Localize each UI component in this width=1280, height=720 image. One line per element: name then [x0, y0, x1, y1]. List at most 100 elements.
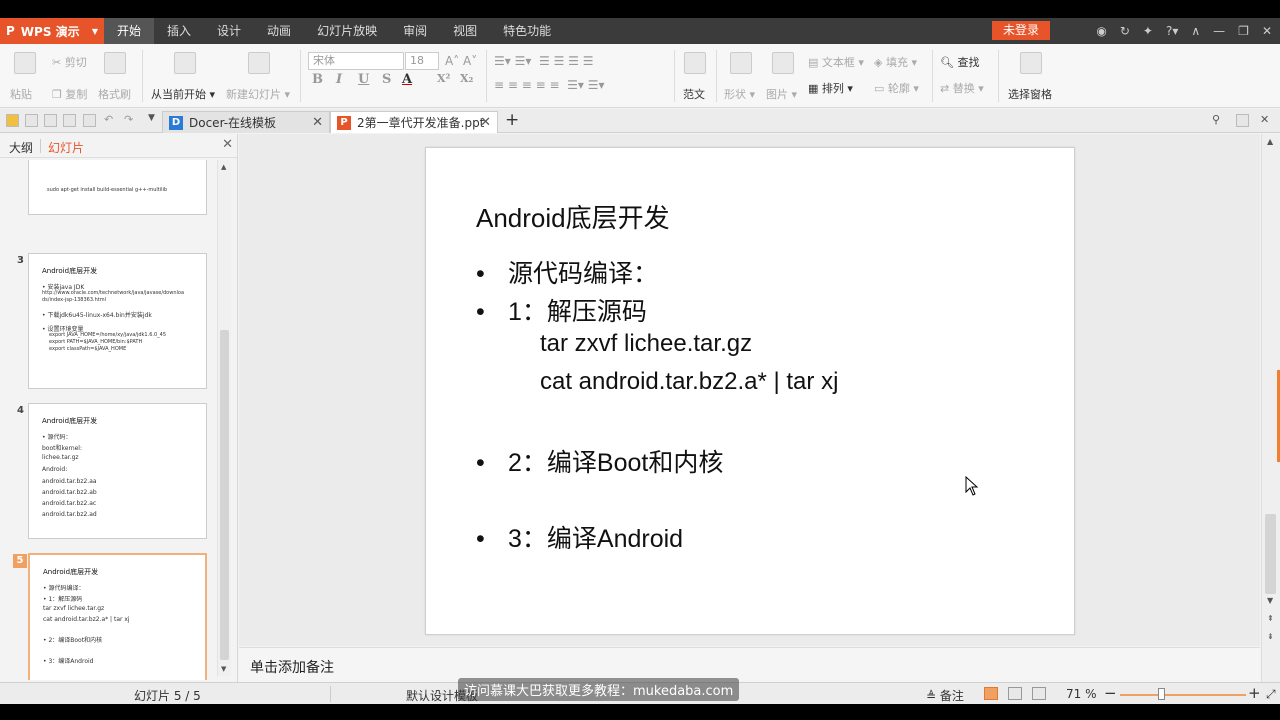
new-tab-button[interactable]: +: [505, 110, 519, 130]
undo-icon[interactable]: ↶: [104, 113, 113, 126]
fill-button[interactable]: ◈ 填充 ▾: [874, 54, 917, 70]
arrange-button[interactable]: ▦ 排列 ▾: [808, 80, 853, 96]
login-button[interactable]: 未登录: [992, 21, 1050, 40]
shirt-icon[interactable]: ✦: [1143, 24, 1153, 38]
zoom-level[interactable]: 71 %: [1066, 687, 1097, 701]
notes-toggle-button[interactable]: ≜ 备注: [926, 687, 964, 704]
superscript-button[interactable]: X²: [437, 72, 450, 85]
zoom-in-icon[interactable]: +: [1248, 684, 1261, 702]
minimize-icon[interactable]: —: [1213, 24, 1225, 38]
pin-icon[interactable]: ⚲: [1212, 113, 1220, 126]
redo-icon[interactable]: ↷: [124, 113, 133, 126]
tab-home[interactable]: 开始: [104, 18, 155, 44]
slide-thumbnail-3[interactable]: Android底层开发 • 安装java JDK http://www.orac…: [28, 253, 207, 389]
prev-slide-icon[interactable]: ⇞: [1267, 614, 1274, 623]
fit-window-icon[interactable]: ⤢: [1266, 687, 1276, 702]
cut-button[interactable]: ✂ 剪切: [52, 54, 87, 70]
export-icon[interactable]: [44, 114, 57, 127]
skin-icon[interactable]: ◉: [1096, 24, 1106, 38]
tab-review[interactable]: 审阅: [390, 18, 440, 44]
tab-outline[interactable]: 大纲: [9, 139, 33, 156]
tab-view[interactable]: 视图: [440, 18, 490, 44]
save-icon[interactable]: [25, 114, 38, 127]
normal-view-icon[interactable]: [984, 687, 998, 700]
scroll-up-icon[interactable]: ▲: [221, 163, 226, 171]
slide-canvas[interactable]: Android底层开发 • 源代码编译： • 1：解压源码 tar zxvf lic…: [425, 147, 1075, 635]
print-icon[interactable]: [63, 114, 76, 127]
font-color-button[interactable]: A: [402, 72, 412, 87]
slide-bullet[interactable]: • 1：解压源码: [476, 292, 647, 328]
paragraph-tools-row1[interactable]: ☰▾ ☰▾ ☰ ☰ ☰ ☰: [494, 54, 593, 68]
thumb-line: • 3：编译Android: [43, 658, 94, 665]
close-tab-icon[interactable]: ✕: [312, 115, 323, 130]
slide-bullet[interactable]: • 源代码编译：: [476, 254, 658, 290]
slide-bullet[interactable]: • 2：编译Boot和内核: [476, 443, 723, 479]
shadow-button[interactable]: S: [382, 72, 391, 87]
tab-insert[interactable]: 插入: [154, 18, 204, 44]
bold-button[interactable]: B: [312, 72, 323, 87]
next-slide-icon[interactable]: ⇟: [1267, 632, 1274, 641]
notes-pane[interactable]: 单击添加备注: [239, 647, 1260, 682]
font-size-select[interactable]: 18: [405, 52, 439, 70]
panel-scrollbar[interactable]: ▲ ▼: [217, 160, 231, 676]
new-slide-button[interactable]: 新建幻灯片 ▾: [226, 86, 290, 102]
outline-button[interactable]: ▭ 轮廓 ▾: [874, 80, 919, 96]
open-folder-icon[interactable]: [6, 114, 19, 127]
preview-icon[interactable]: [83, 114, 96, 127]
template-button[interactable]: 范文: [683, 86, 705, 102]
refresh-icon[interactable]: ↻: [1120, 24, 1130, 38]
restore-icon[interactable]: ❐: [1238, 24, 1249, 38]
find-button[interactable]: 🔍︎ 查找: [940, 54, 979, 70]
alignment-tools-row2[interactable]: ≡ ≡ ≡ ≡ ≡ ☰▾ ☰▾: [494, 78, 605, 92]
scroll-down-icon[interactable]: ▼: [221, 665, 226, 673]
slide-bullet[interactable]: • 3：编译Android: [476, 519, 683, 555]
textbox-button[interactable]: ▤ 文本框 ▾: [808, 54, 864, 70]
slide-sub-line[interactable]: cat android.tar.bz2.a* | tar xj: [540, 368, 838, 396]
help-icon[interactable]: ?▾: [1166, 24, 1178, 38]
close-icon[interactable]: ✕: [1262, 24, 1272, 38]
slide-sorter-icon[interactable]: [1008, 687, 1022, 700]
slide-scrollbar[interactable]: ▲ ▼ ⇞ ⇟: [1261, 134, 1280, 682]
slide-sub-line[interactable]: tar zxvf lichee.tar.gz: [540, 330, 752, 358]
picture-button[interactable]: 图片 ▾: [766, 86, 797, 102]
zoom-out-icon[interactable]: −: [1104, 684, 1117, 702]
close-doc-icon[interactable]: ✕: [1260, 113, 1269, 126]
tab-docer-templates[interactable]: D Docer-在线模板 ✕: [162, 111, 330, 133]
restore-doc-icon[interactable]: [1236, 114, 1249, 127]
select-pane-button[interactable]: 选择窗格: [1008, 86, 1052, 102]
underline-button[interactable]: U: [358, 72, 369, 87]
tab-animation[interactable]: 动画: [254, 18, 304, 44]
scroll-up-icon[interactable]: ▲: [1267, 137, 1273, 146]
reading-view-icon[interactable]: [1032, 687, 1046, 700]
tab-slides[interactable]: 幻灯片: [48, 139, 84, 156]
shape-button[interactable]: 形状 ▾: [724, 86, 755, 102]
slide-title[interactable]: Android底层开发: [476, 198, 670, 235]
quick-access-dropdown-icon[interactable]: ▼: [148, 113, 155, 123]
close-tab-icon[interactable]: ✕: [480, 115, 491, 130]
format-painter-button[interactable]: 格式刷: [98, 86, 131, 102]
picture-label: 图片: [766, 88, 788, 101]
tab-features[interactable]: 特色功能: [490, 18, 564, 44]
scrollbar-thumb[interactable]: [1265, 514, 1276, 594]
tab-current-presentation[interactable]: P 2第一章代开发准备.ppt ✕: [330, 111, 498, 133]
tab-design[interactable]: 设计: [204, 18, 254, 44]
font-grow-shrink-icon[interactable]: A˄ A˅: [445, 54, 477, 68]
italic-button[interactable]: I: [336, 72, 342, 87]
scroll-down-icon[interactable]: ▼: [1267, 596, 1273, 605]
zoom-slider[interactable]: [1120, 694, 1246, 696]
wps-menu-button[interactable]: P WPS 演示 ▼: [0, 18, 104, 44]
paste-button[interactable]: 粘贴: [10, 86, 32, 102]
collapse-ribbon-icon[interactable]: ∧: [1191, 24, 1200, 38]
from-current-button[interactable]: 从当前开始 ▾: [151, 86, 215, 102]
slide-thumbnail-5[interactable]: Android底层开发 • 源代码编译： • 1：解压源码 tar zxvf l…: [28, 553, 207, 680]
zoom-slider-handle[interactable]: [1158, 688, 1165, 700]
scrollbar-thumb[interactable]: [220, 330, 229, 660]
font-name-select[interactable]: 宋体: [308, 52, 404, 70]
slide-thumbnail-2[interactable]: sudo apt-get install build-essential g++…: [28, 160, 207, 215]
subscript-button[interactable]: X₂: [460, 72, 473, 85]
slide-thumbnail-4[interactable]: Android底层开发 • 源代码： boot和kernel: lichee.t…: [28, 403, 207, 539]
tab-slideshow[interactable]: 幻灯片放映: [304, 18, 390, 44]
replace-button[interactable]: ⇄ 替换 ▾: [940, 80, 984, 96]
copy-button[interactable]: ❐ 复制: [52, 86, 87, 102]
close-panel-icon[interactable]: ✕: [222, 137, 233, 152]
